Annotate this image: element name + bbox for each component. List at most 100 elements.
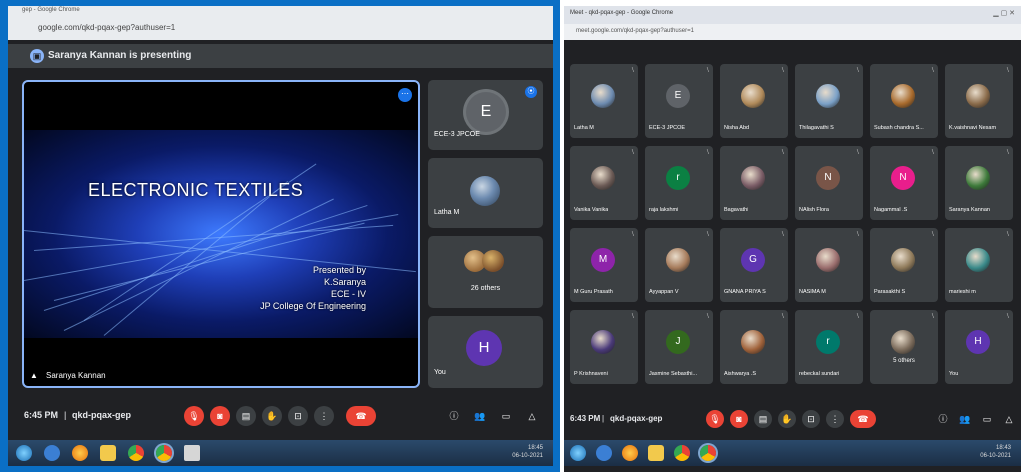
participant-tile[interactable]: ⧵ M M Guru Prasath — [570, 228, 638, 302]
activities-icon[interactable]: △ — [1000, 410, 1018, 428]
participant-tile[interactable]: ⧵ Thilagavathi S — [795, 64, 863, 138]
more-options-icon[interactable]: ⋯ — [398, 88, 412, 102]
participant-name: marieshi m — [949, 289, 976, 295]
participant-tile[interactable]: ⧵ N Nagammal .S — [870, 146, 938, 220]
chrome-active-icon[interactable] — [700, 445, 716, 461]
participant-avatar — [816, 84, 840, 108]
participant-avatar — [591, 166, 615, 190]
ie-icon[interactable] — [596, 445, 612, 461]
participant-avatar: r — [666, 166, 690, 190]
chrome-icon[interactable] — [128, 445, 144, 461]
participant-tile[interactable]: ⧵ H You — [945, 310, 1013, 384]
camera-off-icon[interactable]: ◙ — [210, 406, 230, 426]
participant-tile[interactable]: ⧵ G GNANA PRIYA S — [720, 228, 788, 302]
participant-tile[interactable]: ⧵ E ECE-3 JPCOE — [645, 64, 713, 138]
participant-tile[interactable]: ⧵ 5 others — [870, 310, 938, 384]
windows-taskbar: 18:45 06-10-2021 — [8, 440, 553, 466]
people-icon[interactable]: 👥 — [956, 410, 974, 428]
chrome-icon[interactable] — [674, 445, 690, 461]
chat-icon[interactable]: ▭ — [978, 410, 996, 428]
captions-icon[interactable]: ▤ — [754, 410, 772, 428]
participant-tile-others[interactable]: 26 others — [428, 236, 543, 308]
mic-off-icon[interactable]: 🎙 — [184, 406, 204, 426]
participant-tile[interactable]: ⧵ Ayyappan V — [645, 228, 713, 302]
mic-muted-icon: ⧵ — [631, 149, 634, 156]
mic-muted-icon: ⧵ — [1006, 231, 1009, 238]
participant-tile[interactable]: ⧵ NASIMA M — [795, 228, 863, 302]
participant-tile[interactable]: ⧵ r raja lakshmi — [645, 146, 713, 220]
camera-off-icon[interactable]: ◙ — [730, 410, 748, 428]
mic-muted-icon: ⧵ — [781, 231, 784, 238]
raise-hand-icon[interactable]: ✋ — [778, 410, 796, 428]
mic-muted-icon: ⧵ — [856, 313, 859, 320]
firefox-icon[interactable] — [622, 445, 638, 461]
people-icon[interactable]: 👥 — [470, 406, 490, 426]
mic-off-icon[interactable]: 🎙 — [706, 410, 724, 428]
meeting-info-icon[interactable]: ⓘ — [444, 406, 464, 426]
chrome-active-icon[interactable] — [156, 445, 172, 461]
participant-avatar: N — [816, 166, 840, 190]
mic-muted-icon: ⧵ — [781, 149, 784, 156]
activities-icon[interactable]: △ — [522, 406, 542, 426]
participant-tile-you[interactable]: H You — [428, 316, 543, 388]
meeting-info-icon[interactable]: ⓘ — [934, 410, 952, 428]
more-options-button[interactable]: ⋮ — [826, 410, 844, 428]
participant-avatar: E — [466, 92, 506, 132]
participant-tile[interactable]: ⧵ Parasakthi S — [870, 228, 938, 302]
raise-hand-icon[interactable]: ✋ — [262, 406, 282, 426]
participant-tile[interactable]: ⧵ P Krishnaveni — [570, 310, 638, 384]
firefox-icon[interactable] — [72, 445, 88, 461]
start-button-icon[interactable] — [16, 445, 32, 461]
participant-tile[interactable]: ⧵ Aishwarya .S — [720, 310, 788, 384]
browser-tab-title[interactable]: gep - Google Chrome — [22, 7, 80, 13]
window-controls-icon[interactable]: ▁ ▢ ✕ — [993, 9, 1015, 17]
participant-tile[interactable]: ⧵ Saranya Kannan — [945, 146, 1013, 220]
participant-avatar — [966, 166, 990, 190]
participant-name: Ayyappan V — [649, 289, 679, 295]
folder-icon[interactable] — [648, 445, 664, 461]
folder-icon[interactable] — [100, 445, 116, 461]
participant-avatar — [470, 176, 500, 206]
leave-call-button[interactable]: ☎ — [850, 410, 876, 428]
address-bar[interactable]: meet.google.com/qkd-pqax-gep?authuser=1 — [564, 24, 1021, 40]
slide-presented-by: Presented by — [312, 265, 366, 275]
participant-tile[interactable]: ⧵ Bagavathi — [720, 146, 788, 220]
participant-tile[interactable]: ⧵ Latha M — [570, 64, 638, 138]
chat-icon[interactable]: ▭ — [496, 406, 516, 426]
present-now-icon[interactable]: ⊡ — [802, 410, 820, 428]
participant-avatar — [816, 248, 840, 272]
participant-tile[interactable]: ⧵ Vanika Vanika — [570, 146, 638, 220]
participant-tile[interactable]: ⧵ marieshi m — [945, 228, 1013, 302]
address-bar[interactable]: google.com/qkd-pqax-gep?authuser=1 — [38, 23, 175, 32]
more-options-button[interactable]: ⋮ — [314, 406, 334, 426]
presentation-stage[interactable]: ⋯ ELECTRONIC TEXTILES Presented by K.Sar… — [22, 80, 420, 388]
participant-tile[interactable]: ⧵ N NAlish Flora — [795, 146, 863, 220]
participant-tile-latha[interactable]: Latha M — [428, 158, 543, 228]
participant-tile[interactable]: ⧵ Nisha Abd — [720, 64, 788, 138]
mic-muted-icon: ⧵ — [631, 67, 634, 74]
mic-muted-icon: ⧵ — [1006, 67, 1009, 74]
ie-icon[interactable] — [44, 445, 60, 461]
participant-name: NAlish Flora — [799, 207, 829, 213]
captions-icon[interactable]: ▤ — [236, 406, 256, 426]
present-now-icon[interactable]: ⊡ — [288, 406, 308, 426]
pin-icon[interactable]: ▲ — [30, 371, 38, 380]
address-bar-url[interactable]: meet.google.com/qkd-pqax-gep?authuser=1 — [576, 28, 694, 34]
participant-tile[interactable]: ⧵ J Jasmine Sebasthi... — [645, 310, 713, 384]
participant-avatar: J — [666, 330, 690, 354]
participant-avatar: G — [741, 248, 765, 272]
participant-tile[interactable]: ⧵ Subash chandra S... — [870, 64, 938, 138]
participant-tile-ece3[interactable]: E ⦿ ECE-3 JPCOE — [428, 80, 543, 150]
mic-muted-icon: ⧵ — [1006, 313, 1009, 320]
paint-icon[interactable] — [184, 445, 200, 461]
start-button-icon[interactable] — [570, 445, 586, 461]
window-titlebar: Meet - qkd-pqax-gep - Google Chrome ▁ ▢ … — [564, 6, 1021, 24]
participant-tile[interactable]: ⧵ K.vaishnavi Nesam — [945, 64, 1013, 138]
participant-name: ECE-3 JPCOE — [434, 131, 480, 138]
leave-call-button[interactable]: ☎ — [346, 406, 376, 426]
participant-avatar — [482, 250, 504, 272]
participant-tile[interactable]: ⧵ r rebeckal sundari — [795, 310, 863, 384]
participant-name: Nagammal .S — [874, 207, 908, 213]
participant-name: Latha M — [434, 209, 460, 216]
participant-name: rebeckal sundari — [799, 371, 840, 377]
